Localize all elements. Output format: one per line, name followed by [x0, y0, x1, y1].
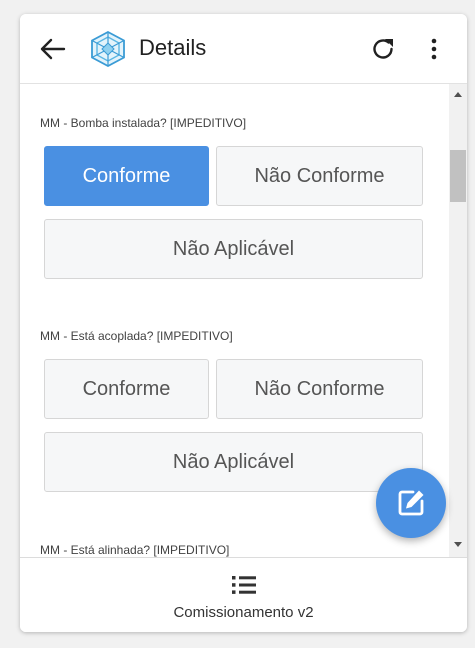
nao-aplicavel-button[interactable]: Não Aplicável: [44, 219, 423, 279]
edit-icon: [398, 490, 424, 516]
hexagon-logo-icon: [91, 31, 125, 67]
refresh-icon[interactable]: [370, 36, 396, 62]
edit-fab-button[interactable]: [376, 468, 446, 538]
scroll-up-arrow-icon[interactable]: [449, 88, 467, 102]
page-title: Details: [139, 35, 207, 60]
question-label: MM - Bomba instalada? [IMPEDITIVO]: [40, 116, 247, 130]
more-vertical-icon[interactable]: [424, 37, 444, 61]
conforme-button[interactable]: Conforme: [44, 146, 209, 206]
question-label: MM - Está acoplada? [IMPEDITIVO]: [40, 329, 233, 343]
nao-conforme-button[interactable]: Não Conforme: [216, 359, 423, 419]
app-header: Details: [20, 14, 467, 84]
bottom-nav-label: Comissionamento v2: [173, 604, 314, 621]
scroll-down-arrow-icon[interactable]: [449, 537, 467, 551]
conforme-button[interactable]: Conforme: [44, 359, 209, 419]
scrollbar-thumb[interactable]: [450, 150, 466, 202]
vertical-scrollbar[interactable]: [449, 84, 467, 557]
question-label: MM - Está alinhada? [IMPEDITIVO]: [40, 543, 230, 557]
list-icon: [232, 576, 256, 594]
app-window: Details MM - Bomba instalada? [IMPEDITIV…: [20, 14, 467, 632]
arrow-left-icon[interactable]: [38, 37, 66, 61]
nao-conforme-button[interactable]: Não Conforme: [216, 146, 423, 206]
nao-aplicavel-button[interactable]: Não Aplicável: [44, 432, 423, 492]
bottom-nav-item[interactable]: Comissionamento v2: [20, 557, 467, 632]
